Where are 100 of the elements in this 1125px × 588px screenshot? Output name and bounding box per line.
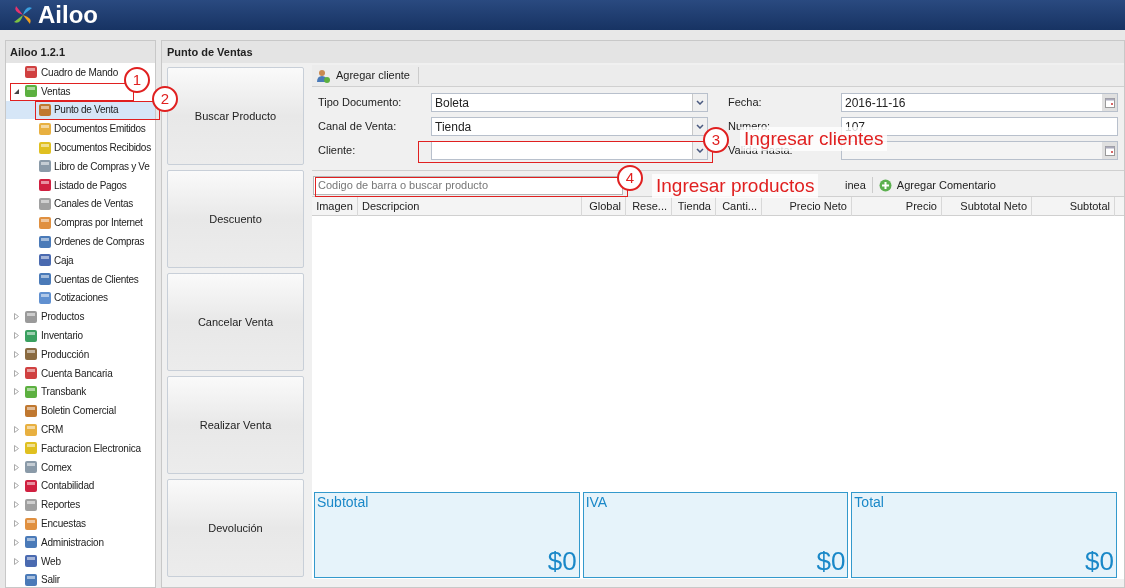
square-icon	[38, 103, 52, 117]
tree-item[interactable]: Inventario	[41, 328, 83, 344]
square-icon	[38, 121, 52, 136]
tree-item[interactable]: Ventas	[41, 83, 71, 99]
date-field[interactable]: 2016-11-16	[841, 93, 1118, 112]
square-icon	[38, 215, 52, 230]
collapsed-arrow-icon[interactable]	[12, 557, 20, 565]
square-icon	[24, 403, 38, 418]
tree-item[interactable]: Cuenta Bancaria	[41, 365, 113, 381]
sidebar-title: Ailoo 1.2.1	[6, 41, 155, 63]
action-button[interactable]: Realizar Venta	[167, 376, 304, 474]
square-icon	[24, 309, 38, 324]
tree-item[interactable]: Ordenes de Compras	[54, 234, 145, 250]
square-icon	[24, 65, 38, 80]
toolbar-button[interactable]: Agregar Comentario	[871, 176, 996, 194]
collapsed-arrow-icon[interactable]	[12, 501, 20, 509]
annotation-label: Ingresar productos	[652, 174, 819, 198]
square-icon	[24, 84, 38, 99]
tree-item[interactable]: Facturacion Electronica	[41, 440, 141, 456]
action-button[interactable]: Cancelar Venta	[167, 273, 304, 371]
square-icon	[24, 554, 38, 569]
tree-item[interactable]: Contabilidad	[41, 478, 95, 494]
tree-item[interactable]: Producción	[41, 346, 90, 362]
field-label: Numero:	[728, 119, 771, 133]
tree-item[interactable]: Encuestas	[41, 516, 86, 531]
field-label: Cliente:	[318, 143, 357, 159]
chevron-down-icon	[696, 100, 704, 105]
field-label: Tipo Documento:	[318, 95, 403, 111]
tree-item[interactable]: Transbank	[41, 384, 87, 400]
total-label: Total	[853, 493, 885, 511]
calendar-icon	[1104, 145, 1115, 156]
square-icon	[24, 478, 38, 493]
tree-item[interactable]: CRM	[41, 422, 64, 438]
collapsed-arrow-icon[interactable]	[12, 332, 20, 340]
collapsed-arrow-icon[interactable]	[12, 350, 20, 358]
square-icon	[24, 460, 38, 475]
total-value: $0	[546, 545, 578, 577]
collapsed-arrow-icon[interactable]	[12, 520, 20, 527]
collapsed-arrow-icon[interactable]	[12, 538, 20, 546]
tree-item[interactable]: Salir	[41, 572, 60, 587]
collapsed-arrow-icon[interactable]	[12, 313, 20, 321]
collapsed-arrow-icon[interactable]	[12, 463, 20, 471]
square-icon	[38, 178, 52, 193]
chevron-down-icon	[696, 124, 704, 129]
square-icon	[38, 196, 52, 211]
tree-item[interactable]: Reportes	[41, 497, 80, 513]
action-button[interactable]: Devolución	[167, 479, 304, 577]
tree-item[interactable]: Cotizaciones	[54, 290, 108, 306]
tree-item[interactable]: Web	[41, 553, 61, 569]
collapsed-arrow-icon[interactable]	[12, 388, 20, 396]
plus-circle-icon	[878, 178, 892, 192]
user-add-icon	[316, 68, 330, 83]
total-label: Subtotal	[316, 493, 370, 511]
calendar-icon	[1104, 97, 1115, 108]
dropdown-field[interactable]: Boleta	[431, 93, 708, 112]
square-icon	[38, 272, 52, 287]
tree-item[interactable]: Cuadro de Mando	[41, 64, 119, 80]
square-icon	[38, 234, 52, 249]
collapsed-arrow-icon[interactable]	[12, 482, 20, 490]
tree-item[interactable]: Canales de Ventas	[54, 196, 133, 212]
tree-item[interactable]: Comex	[41, 459, 72, 475]
collapsed-arrow-icon[interactable]	[12, 426, 20, 434]
tree-item[interactable]: Caja	[54, 252, 74, 268]
field-label: Fecha:	[728, 95, 763, 111]
square-icon	[24, 384, 38, 399]
square-icon	[24, 422, 38, 437]
logo-icon	[12, 4, 34, 26]
total-label: IVA	[584, 493, 609, 511]
total-value: $0	[1084, 545, 1115, 577]
total-value: $0	[815, 545, 847, 577]
chevron-down-icon	[696, 148, 704, 153]
square-icon	[38, 140, 52, 155]
square-icon	[24, 366, 38, 381]
square-icon	[24, 328, 38, 343]
toolbar-button[interactable]: inea	[845, 176, 866, 194]
tree-item[interactable]: Libro de Compras y Ve	[54, 158, 150, 174]
collapsed-arrow-icon[interactable]	[12, 444, 20, 452]
logo-text: Ailoo	[38, 3, 98, 27]
field-label: Canal de Venta:	[318, 119, 398, 135]
tree-item[interactable]: Documentos Recibidos	[54, 140, 151, 156]
square-icon	[24, 347, 38, 362]
tree-item[interactable]: Cuentas de Clientes	[54, 271, 139, 287]
action-button[interactable]: Descuento	[167, 170, 304, 268]
tree-item[interactable]: Boletin Comercial	[41, 403, 116, 419]
square-icon	[38, 159, 52, 174]
collapsed-arrow-icon[interactable]	[12, 369, 20, 377]
dropdown-field[interactable]: Tienda	[431, 117, 708, 136]
tree-item[interactable]: Administracion	[41, 534, 104, 550]
expanded-arrow-icon[interactable]	[12, 87, 20, 95]
square-icon	[24, 516, 38, 531]
tree-item[interactable]: Compras por Internet	[54, 215, 143, 231]
tree-item[interactable]: Productos	[41, 309, 85, 325]
tree-item[interactable]: Documentos Emitidos	[54, 121, 146, 137]
square-icon	[24, 497, 38, 512]
square-icon	[38, 290, 52, 305]
add-client-button[interactable]: Agregar cliente	[316, 67, 419, 84]
square-icon	[24, 535, 38, 550]
square-icon	[24, 441, 38, 456]
tree-item[interactable]: Listado de Pagos	[54, 177, 127, 193]
panel-title: Punto de Ventas	[162, 41, 1124, 63]
